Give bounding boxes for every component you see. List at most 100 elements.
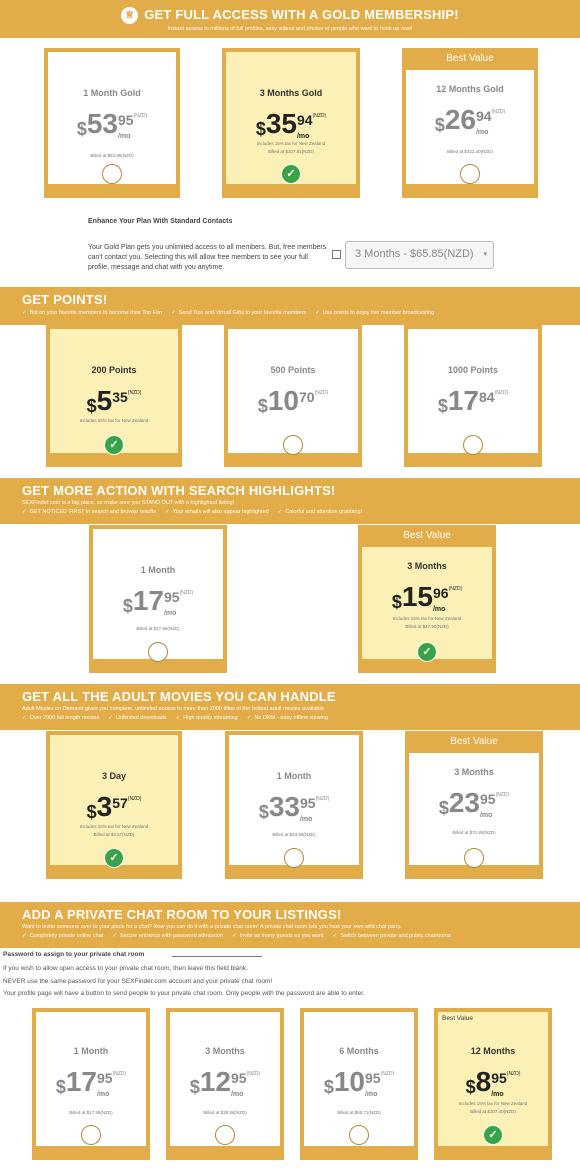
plan-radio[interactable] bbox=[464, 848, 484, 868]
password-label: Password to assign to your private chat … bbox=[3, 951, 145, 958]
plan-name: 200 Points bbox=[91, 365, 137, 375]
plan-billed: Billed at $107.40(NZD) bbox=[470, 1109, 516, 1114]
check-icon[interactable]: ✓ bbox=[281, 164, 301, 184]
plan-radio[interactable] bbox=[460, 164, 480, 184]
plan-radio[interactable] bbox=[284, 848, 304, 868]
check-icon[interactable]: ✓ bbox=[104, 435, 124, 455]
enhance-text: Your Gold Plan gets you unlimited access… bbox=[88, 244, 327, 271]
points-banner: GET POINTS! Bid on your favorite members… bbox=[0, 287, 580, 325]
plan-radio[interactable] bbox=[349, 1125, 369, 1145]
plan-tax: Includes 15% tax for New Zealand bbox=[79, 824, 149, 829]
points-plan-200[interactable]: 200 Points $5 35 (NZD) Includes 15% tax fo… bbox=[46, 325, 182, 467]
chat-plan-3[interactable]: 3 Months $12 95 (NZD)/mo Billed at $38.86(… bbox=[166, 1008, 284, 1160]
plan-billed: Billed at $47.90(NZD) bbox=[405, 624, 449, 629]
highlights-subtitle: SEXFinder.com is a big place, so make su… bbox=[22, 500, 235, 506]
points-features: Bid on your favorite members to become t… bbox=[22, 310, 580, 316]
plan-name: 3 Day bbox=[101, 771, 127, 781]
best-value-label: Best Value bbox=[442, 1015, 473, 1022]
chat-subtitle: Want to invite someone over to your plac… bbox=[22, 924, 402, 930]
best-value-label: Best Value bbox=[450, 736, 498, 747]
enhance-select[interactable]: 3 Months - $65.85(NZD) ▾ bbox=[345, 241, 494, 269]
plan-price: $8 95 (NZD)/mo bbox=[465, 1066, 521, 1099]
plan-tax: Includes 15% tax for New Zealand bbox=[79, 418, 149, 423]
plan-price: $5 35 (NZD) bbox=[86, 385, 142, 417]
plan-billed: Billed at $323.40(NZD) bbox=[447, 149, 493, 154]
plan-radio[interactable] bbox=[148, 642, 168, 662]
movies-plan-3months[interactable]: Best Value 3 Months $23 95 (NZD)/mo Billed… bbox=[405, 731, 543, 879]
plan-name: 1000 Points bbox=[447, 365, 499, 375]
movies-features: Over 2000 full length moviesUnlimited do… bbox=[22, 715, 580, 721]
enhance-checkbox[interactable] bbox=[332, 250, 341, 259]
chat-note-1: If you wish to allow open access to your… bbox=[3, 965, 248, 972]
best-value-label: Best Value bbox=[446, 53, 494, 64]
enhance-title: Enhance Your Plan With Standard Contacts bbox=[88, 218, 233, 225]
highlight-plan-1[interactable]: 1 Month $17 95 (NZD)/mo Billed at $17.95(N… bbox=[89, 525, 227, 673]
plan-name: 1 Month Gold bbox=[83, 88, 141, 98]
plan-tax: Includes 15% tax for New Zealand bbox=[458, 1101, 528, 1106]
plan-billed: Billed at $71.85(NZD) bbox=[452, 830, 496, 835]
movies-banner: GET ALL THE ADULT MOVIES YOU CAN HANDLE … bbox=[0, 684, 580, 730]
password-input[interactable] bbox=[172, 956, 262, 957]
points-title: GET POINTS! bbox=[22, 292, 108, 307]
highlights-features: GET NOTICED FIRST in search and browse r… bbox=[22, 509, 580, 515]
plan-price: $17 84 (NZD) bbox=[437, 385, 509, 417]
gold-banner: ♕ GET FULL ACCESS WITH A GOLD MEMBERSHIP!… bbox=[0, 0, 580, 38]
plan-name: 12 Months bbox=[470, 1046, 516, 1056]
chat-note-3: Your profile page will have a button to … bbox=[3, 990, 365, 997]
highlight-plan-3[interactable]: Best Value 3 Months $15 96 (NZD)/mo Includ… bbox=[358, 525, 496, 673]
plan-price: $17 95 (NZD)/mo bbox=[122, 585, 194, 618]
plan-billed: Billed at $65.71(NZD) bbox=[337, 1110, 381, 1115]
plan-radio[interactable] bbox=[463, 435, 483, 455]
points-plan-500[interactable]: 500 Points $10 70 (NZD) bbox=[224, 325, 362, 467]
movies-title: GET ALL THE ADULT MOVIES YOU CAN HANDLE bbox=[22, 689, 336, 704]
chevron-down-icon: ▾ bbox=[483, 251, 487, 258]
check-icon[interactable]: ✓ bbox=[483, 1125, 503, 1145]
plan-billed: Billed at $3.57(NZD) bbox=[93, 832, 135, 837]
gold-banner-title: ♕ GET FULL ACCESS WITH A GOLD MEMBERSHIP! bbox=[0, 7, 580, 25]
plan-tax: Includes 15% tax for New Zealand bbox=[392, 616, 462, 621]
plan-price: $3 57 (NZD) bbox=[86, 791, 142, 823]
plan-radio[interactable] bbox=[102, 164, 122, 184]
plan-name: 1 Month bbox=[276, 771, 312, 781]
plan-name: 500 Points bbox=[270, 365, 316, 375]
plan-billed: Billed at $53.95(NZD) bbox=[90, 153, 134, 158]
gold-banner-subtitle: Instant access to millions of full profi… bbox=[167, 26, 413, 33]
plan-name: 3 Months Gold bbox=[259, 88, 323, 98]
plan-name: 1 Month bbox=[73, 1046, 109, 1056]
plan-name: 3 Months bbox=[205, 1046, 245, 1056]
plan-name: 12 Months Gold bbox=[436, 84, 504, 94]
chat-title: ADD A PRIVATE CHAT ROOM TO YOUR LISTINGS… bbox=[22, 907, 342, 922]
plan-price: $10 70 (NZD) bbox=[257, 385, 329, 417]
gold-plan-12[interactable]: Best Value 12 Months Gold $26 94 (NZD)/mo … bbox=[402, 48, 538, 198]
plan-name: 6 Months bbox=[339, 1046, 379, 1056]
plan-price: $53 95 (NZD)/mo bbox=[76, 108, 148, 141]
gold-plan-3[interactable]: 3 Months Gold $35 94 (NZD)/mo Includes 15%… bbox=[222, 48, 360, 198]
check-icon[interactable]: ✓ bbox=[104, 848, 124, 868]
plan-tax: Includes 15% tax for New Zealand bbox=[256, 141, 326, 146]
movies-plan-3day[interactable]: 3 Day $3 57 (NZD) Includes 15% tax for New… bbox=[46, 731, 182, 879]
plan-billed: Billed at $107.81(NZD) bbox=[268, 149, 314, 154]
plan-price: $33 95 (NZD)/mo bbox=[258, 791, 330, 824]
plan-price: $10 95 (NZD)/mo bbox=[323, 1066, 395, 1099]
plan-billed: Billed at $38.86(NZD) bbox=[203, 1110, 247, 1115]
plan-price: $35 94 (NZD)/mo bbox=[255, 108, 327, 141]
chat-plan-6[interactable]: 6 Months $10 95 (NZD)/mo Billed at $65.71(… bbox=[300, 1008, 418, 1160]
plan-price: $17 95 (NZD)/mo bbox=[55, 1066, 127, 1099]
plan-radio[interactable] bbox=[283, 435, 303, 455]
plan-billed: Billed at $17.95(NZD) bbox=[69, 1110, 113, 1115]
plan-name: 3 Months bbox=[454, 767, 494, 777]
chat-note-2: NEVER use the same password for your SEX… bbox=[3, 978, 273, 985]
highlights-banner: GET MORE ACTION WITH SEARCH HIGHLIGHTS! … bbox=[0, 478, 580, 524]
chat-plan-1[interactable]: 1 Month $17 95 (NZD)/mo Billed at $17.95(N… bbox=[32, 1008, 150, 1160]
gold-plan-1[interactable]: 1 Month Gold $53 95 (NZD)/mo Billed at $53… bbox=[44, 48, 180, 198]
best-value-label: Best Value bbox=[403, 530, 451, 541]
plan-radio[interactable] bbox=[215, 1125, 235, 1145]
chat-plan-12[interactable]: Best Value 12 Months $8 95 (NZD)/mo Includ… bbox=[434, 1008, 552, 1160]
chat-banner: ADD A PRIVATE CHAT ROOM TO YOUR LISTINGS… bbox=[0, 902, 580, 948]
movies-plan-1month[interactable]: 1 Month $33 95 (NZD)/mo Billed at $33.95(N… bbox=[225, 731, 363, 879]
check-icon[interactable]: ✓ bbox=[417, 642, 437, 662]
points-plan-1000[interactable]: 1000 Points $17 84 (NZD) bbox=[404, 325, 542, 467]
crown-icon: ♕ bbox=[121, 7, 139, 25]
plan-price: $23 95 (NZD)/mo bbox=[438, 787, 510, 820]
plan-radio[interactable] bbox=[81, 1125, 101, 1145]
